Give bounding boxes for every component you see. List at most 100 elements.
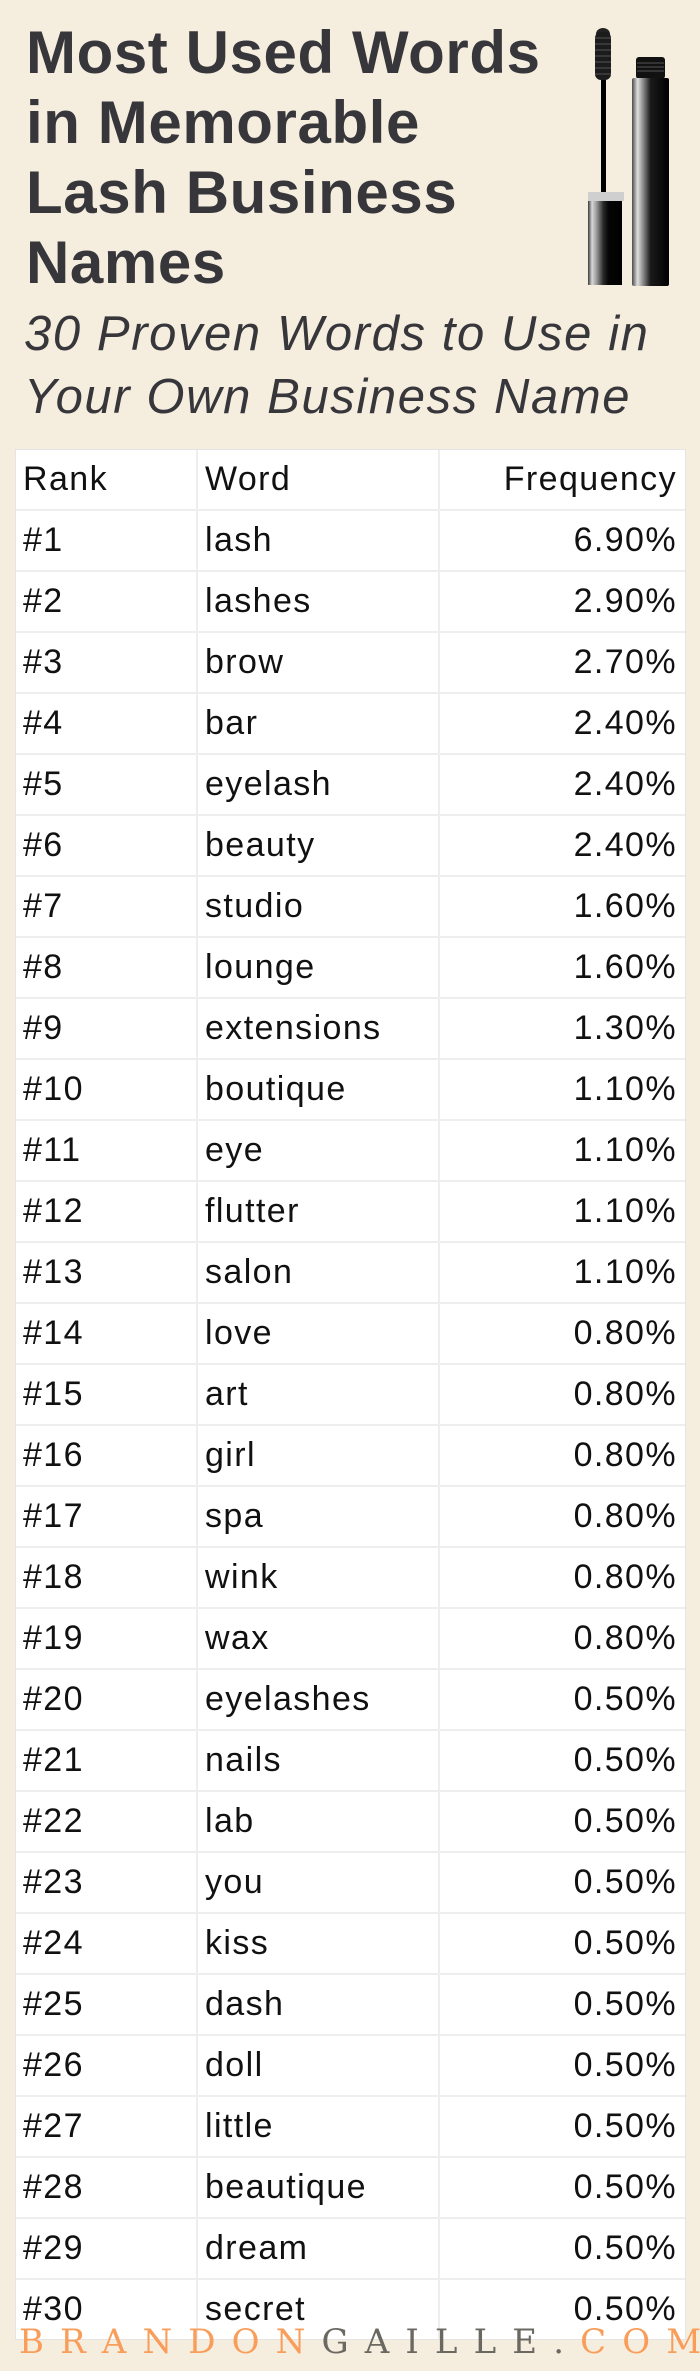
table-row: #4 bar 2.40% — [16, 692, 685, 754]
word-cell: salon — [196, 1241, 439, 1303]
frequency-cell: 0.80% — [438, 1302, 685, 1364]
word-cell: art — [196, 1363, 439, 1425]
mascara-tube — [632, 57, 669, 286]
rank-cell: #9 — [16, 997, 197, 1059]
title-line: Names — [26, 229, 226, 296]
table-row: #10 boutique 1.10% — [16, 1058, 685, 1120]
word-cell: dash — [196, 1973, 439, 2035]
word-cell: wink — [196, 1546, 439, 1608]
brand-name-part2: GAILLE — [321, 2322, 554, 2362]
word-cell: eye — [196, 1119, 439, 1181]
rank-cell: #25 — [16, 1973, 197, 2035]
table-row: #16 girl 0.80% — [16, 1424, 685, 1486]
table-row: #25 dash 0.50% — [16, 1973, 685, 2035]
table-row: #27 little 0.50% — [16, 2095, 685, 2157]
word-cell: wax — [196, 1607, 439, 1669]
rank-cell: #27 — [16, 2095, 197, 2157]
word-cell: lash — [196, 509, 439, 571]
rank-cell: #24 — [16, 1912, 197, 1974]
frequency-cell: 0.50% — [438, 2034, 685, 2096]
rank-cell: #19 — [16, 1607, 197, 1669]
frequency-cell: 0.50% — [438, 2217, 685, 2279]
word-cell: bar — [196, 692, 439, 754]
mascara-cap — [588, 201, 622, 285]
table-row: #1 lash 6.90% — [16, 509, 685, 571]
rank-cell: #5 — [16, 753, 197, 815]
frequency-cell: 0.80% — [438, 1607, 685, 1669]
word-cell: beautique — [196, 2156, 439, 2218]
frequency-cell: 0.50% — [438, 1668, 685, 1730]
frequency-cell: 1.30% — [438, 997, 685, 1059]
table-row: #14 love 0.80% — [16, 1302, 685, 1364]
word-cell: flutter — [196, 1180, 439, 1242]
frequency-cell: 2.40% — [438, 753, 685, 815]
mascara-icon — [588, 28, 669, 286]
frequency-cell: 1.10% — [438, 1058, 685, 1120]
frequency-cell: 1.60% — [438, 875, 685, 937]
word-cell: extensions — [196, 997, 439, 1059]
mascara-cap-band — [588, 192, 624, 201]
rank-cell: #2 — [16, 570, 197, 632]
rank-cell: #11 — [16, 1119, 197, 1181]
frequency-cell: 1.10% — [438, 1119, 685, 1181]
rank-cell: #18 — [16, 1546, 197, 1608]
rank-cell: #8 — [16, 936, 197, 998]
rank-cell: #17 — [16, 1485, 197, 1547]
rank-cell: #1 — [16, 509, 197, 571]
table-row: #18 wink 0.80% — [16, 1546, 685, 1608]
frequency-cell: 2.40% — [438, 692, 685, 754]
rank-cell: #7 — [16, 875, 197, 937]
word-cell: eyelashes — [196, 1668, 439, 1730]
word-cell: lab — [196, 1790, 439, 1852]
column-header-frequency: Frequency — [438, 450, 685, 510]
word-cell: brow — [196, 631, 439, 693]
page-subtitle: 30 Proven Words to Use in Your Own Busin… — [24, 303, 694, 429]
title-line: Most Used Words — [26, 19, 541, 86]
subtitle-line: Your Own Business Name — [24, 370, 632, 424]
column-header-word: Word — [196, 450, 439, 510]
table-row: #20 eyelashes 0.50% — [16, 1668, 685, 1730]
table-row: #5 eyelash 2.40% — [16, 753, 685, 815]
frequency-cell: 0.50% — [438, 1790, 685, 1852]
mascara-brush — [595, 28, 611, 80]
word-cell: studio — [196, 875, 439, 937]
word-cell: lashes — [196, 570, 439, 632]
word-cell: lounge — [196, 936, 439, 998]
word-cell: doll — [196, 2034, 439, 2096]
table-header-row: Rank Word Frequency — [16, 450, 685, 510]
table-row: #13 salon 1.10% — [16, 1241, 685, 1303]
word-cell: boutique — [196, 1058, 439, 1120]
frequency-cell: 0.80% — [438, 1424, 685, 1486]
table-body: #1 lash 6.90% #2 lashes 2.90% #3 brow 2.70% #4 bar… — [16, 509, 685, 2339]
brand-name-part3: COM — [580, 2322, 700, 2362]
table-row: #8 lounge 1.60% — [16, 936, 685, 998]
rank-cell: #21 — [16, 1729, 197, 1791]
rank-cell: #14 — [16, 1302, 197, 1364]
frequency-cell: 0.50% — [438, 1912, 685, 1974]
rank-cell: #3 — [16, 631, 197, 693]
frequency-cell: 0.80% — [438, 1485, 685, 1547]
word-cell: girl — [196, 1424, 439, 1486]
word-cell: kiss — [196, 1912, 439, 1974]
table-row: #11 eye 1.10% — [16, 1119, 685, 1181]
rank-cell: #28 — [16, 2156, 197, 2218]
frequency-cell: 1.10% — [438, 1180, 685, 1242]
mascara-wand — [601, 80, 606, 192]
table-row: #22 lab 0.50% — [16, 1790, 685, 1852]
frequency-cell: 0.50% — [438, 1729, 685, 1791]
table-row: #12 flutter 1.10% — [16, 1180, 685, 1242]
rank-cell: #4 — [16, 692, 197, 754]
table-row: #3 brow 2.70% — [16, 631, 685, 693]
rank-cell: #22 — [16, 1790, 197, 1852]
frequency-cell: 2.40% — [438, 814, 685, 876]
table-row: #29 dream 0.50% — [16, 2217, 685, 2279]
title-line: in Memorable — [26, 89, 420, 156]
frequency-cell: 0.80% — [438, 1363, 685, 1425]
frequency-cell: 6.90% — [438, 509, 685, 571]
frequency-cell: 0.80% — [438, 1546, 685, 1608]
rank-cell: #13 — [16, 1241, 197, 1303]
table-row: #15 art 0.80% — [16, 1363, 685, 1425]
table-row: #19 wax 0.80% — [16, 1607, 685, 1669]
word-frequency-table: Rank Word Frequency #1 lash 6.90% #2 lashes 2… — [15, 449, 686, 2340]
table-row: #6 beauty 2.40% — [16, 814, 685, 876]
